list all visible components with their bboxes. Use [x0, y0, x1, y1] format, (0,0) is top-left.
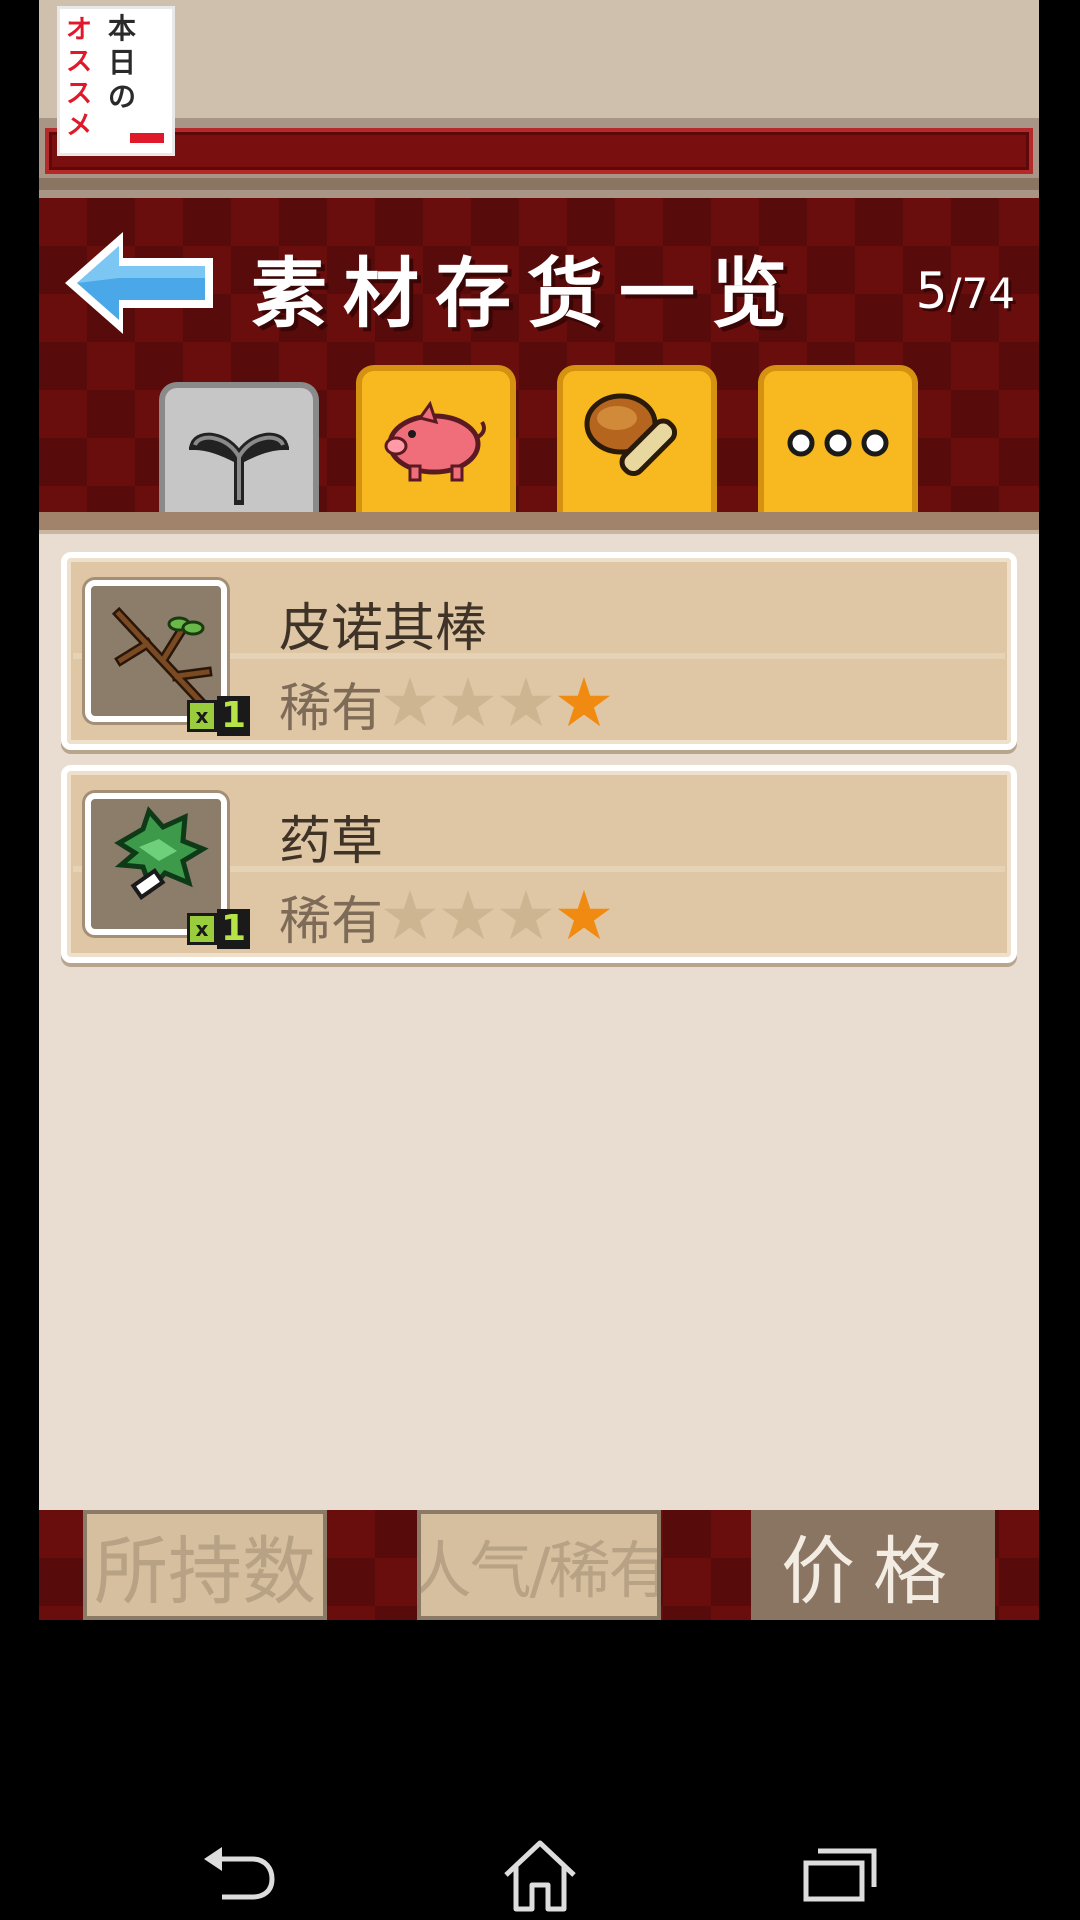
home-icon: [504, 1840, 576, 1912]
page-title: 素材存货一览: [251, 249, 803, 338]
star-filled-icon: ★: [553, 876, 615, 956]
ad-char: オ: [66, 15, 93, 45]
ad-char: 日: [108, 46, 137, 79]
tab-food[interactable]: [557, 365, 717, 515]
star-empty-icon: ★: [437, 876, 499, 956]
qty-number: 1: [217, 696, 251, 736]
item-thumbnail: x 1: [85, 793, 251, 949]
ad-text-red: オ ス ス メ: [66, 17, 96, 145]
ad-char: ス: [66, 47, 93, 77]
ad-char: 本: [108, 12, 137, 45]
tab-animals[interactable]: [356, 365, 516, 515]
ad-char: の: [108, 80, 137, 113]
ad-char: ス: [66, 79, 93, 109]
item-counter: 5/74: [916, 262, 1015, 320]
star-filled-icon: ★: [553, 663, 615, 743]
star-empty-icon: ★: [379, 876, 441, 956]
star-empty-icon: ★: [495, 876, 557, 956]
top-banner: オ ス ス メ 本 日 の: [39, 0, 1039, 198]
list-item[interactable]: x 1 皮诺其棒 稀有 ★ ★ ★ ★: [61, 552, 1017, 750]
tab-others[interactable]: [758, 365, 918, 515]
item-quantity: x 1: [187, 696, 251, 736]
rarity-label: 稀有: [279, 679, 384, 739]
banner-red-bar: [45, 128, 1033, 174]
system-nav-bar: [0, 1620, 1080, 1920]
tabs-divider: [39, 512, 1039, 534]
recommend-ad-button[interactable]: オ ス ス メ 本 日 の: [57, 6, 175, 156]
ad-char: メ: [66, 111, 93, 141]
star-empty-icon: ★: [379, 663, 441, 743]
list-item[interactable]: x 1 药草 稀有 ★ ★ ★ ★: [61, 765, 1017, 963]
back-arrow-icon: [65, 232, 213, 334]
sprout-icon: [189, 432, 289, 505]
star-empty-icon: ★: [495, 663, 557, 743]
more-dots-icon: [787, 429, 889, 457]
app-screen: オ ス ス メ 本 日 の 素材存货一览 5/74 x 1 皮诺其棒 稀有 ★ …: [39, 0, 1039, 1620]
tab-plants[interactable]: [159, 382, 319, 532]
recents-icon: [803, 1848, 877, 1902]
nav-back-button[interactable]: [180, 1820, 300, 1920]
sort-by-popularity-button[interactable]: 人气/稀有: [417, 1510, 661, 1620]
item-rarity: 稀有 ★ ★ ★ ★: [279, 879, 615, 954]
nav-recents-button[interactable]: [780, 1820, 900, 1920]
item-name: 皮诺其棒: [279, 599, 488, 659]
qty-multiplier: x: [187, 700, 217, 732]
pig-icon: [384, 400, 486, 482]
qty-multiplier: x: [187, 913, 217, 945]
item-quantity: x 1: [187, 909, 251, 949]
nav-home-button[interactable]: [480, 1820, 600, 1920]
ad-flag: [130, 133, 164, 143]
sort-bar: 所持数 人气/稀有 价格: [39, 1510, 1039, 1620]
item-name: 药草: [279, 812, 384, 872]
branch-icon: [111, 606, 213, 708]
counter-total: /74: [947, 269, 1015, 318]
ad-text-dark: 本 日 の: [108, 15, 142, 117]
back-arrow-button[interactable]: [61, 228, 221, 338]
herb-icon: [114, 806, 209, 900]
back-icon: [204, 1847, 275, 1900]
sort-by-count-button[interactable]: 所持数: [83, 1510, 327, 1620]
star-empty-icon: ★: [437, 663, 499, 743]
qty-number: 1: [217, 909, 251, 949]
counter-current: 5: [915, 262, 948, 320]
item-thumbnail: x 1: [85, 580, 251, 736]
sort-by-price-button[interactable]: 价格: [751, 1510, 995, 1620]
banner-strip: [39, 178, 1039, 190]
item-rarity: 稀有 ★ ★ ★ ★: [279, 666, 615, 741]
bread-icon: [584, 393, 678, 477]
rarity-label: 稀有: [279, 892, 384, 952]
